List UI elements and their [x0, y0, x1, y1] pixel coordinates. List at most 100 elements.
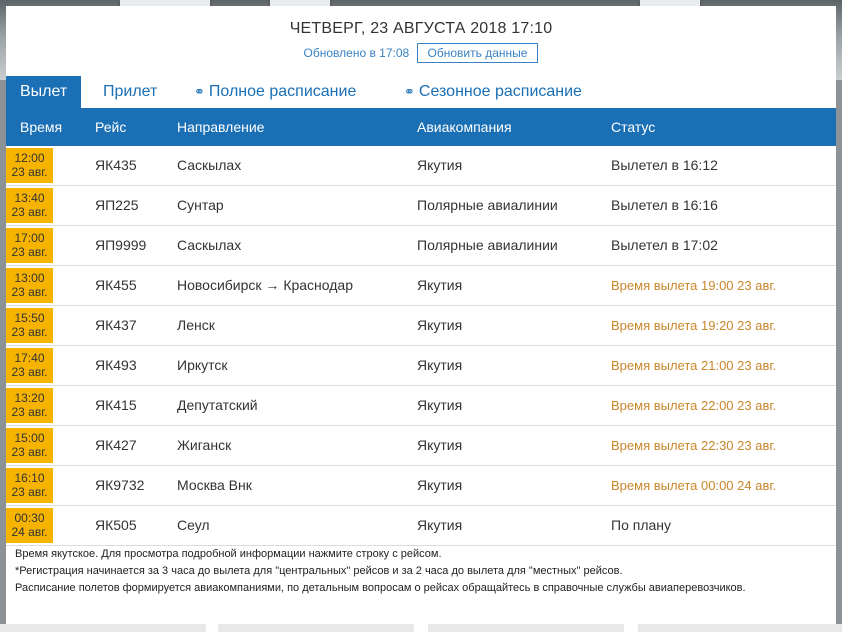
tab-departures[interactable]: Вылет	[6, 76, 82, 108]
time-badge: 17:00 23 авг.	[6, 228, 53, 263]
time-badge: 15:50 23 авг.	[6, 308, 53, 343]
scheduled-time: 17:00	[14, 231, 45, 245]
table-row[interactable]: 16:10 23 авг. ЯК9732 Москва Внк Якутия Вр…	[6, 466, 836, 506]
scheduled-time: 13:00	[14, 271, 45, 285]
tab-seasonal-schedule[interactable]: ⚭ Сезонное расписание	[404, 76, 582, 108]
airline: Якутия	[417, 397, 463, 413]
scheduled-date: 23 авг.	[11, 285, 48, 299]
bottom-card	[428, 624, 624, 632]
flight-number: ЯК493	[95, 357, 137, 373]
note-timezone: Время якутское. Для просмотра подробной …	[15, 548, 442, 560]
scheduled-date: 24 авг.	[11, 525, 48, 539]
table-row[interactable]: 17:00 23 авг. ЯП9999 Саскылах Полярные ав…	[6, 226, 836, 266]
table-row[interactable]: 00:30 24 авг. ЯК505 Сеул Якутия По плану	[6, 506, 836, 546]
current-date-time: ЧЕТВЕРГ, 23 АВГУСТА 2018 17:10	[289, 20, 553, 37]
scheduled-time: 13:40	[14, 191, 45, 205]
direction: Сеул	[177, 517, 210, 533]
direction: Ленск	[177, 317, 215, 333]
table-row[interactable]: 13:20 23 авг. ЯК415 Депутатский Якутия Вр…	[6, 386, 836, 426]
tab-full-schedule[interactable]: ⚭ Полное расписание	[194, 76, 356, 108]
airline: Якутия	[417, 517, 463, 533]
update-line: Обновлено в 17:08 Обновить данные	[0, 43, 842, 63]
scheduled-date: 23 авг.	[11, 365, 48, 379]
status: Время вылета 00:00 24 авг.	[611, 478, 777, 493]
scheduled-date: 23 авг.	[11, 165, 48, 179]
airline: Якутия	[417, 477, 463, 493]
footnotes: Время якутское. Для просмотра подробной …	[15, 548, 825, 599]
time-badge: 13:40 23 авг.	[6, 188, 53, 223]
scheduled-time: 16:10	[14, 471, 45, 485]
bottom-card	[0, 624, 206, 632]
column-header-flight: Рейс	[95, 119, 127, 135]
flight-number: ЯК427	[95, 437, 137, 453]
scheduled-date: 23 авг.	[11, 245, 48, 259]
status: Вылетел в 17:02	[611, 237, 718, 253]
flight-number: ЯК435	[95, 157, 137, 173]
status: Вылетел в 16:12	[611, 157, 718, 173]
scheduled-time: 17:40	[14, 351, 45, 365]
table-row[interactable]: 15:00 23 авг. ЯК427 Жиганск Якутия Время …	[6, 426, 836, 466]
direction: Сунтар	[177, 197, 224, 213]
airline: Якутия	[417, 317, 463, 333]
time-badge: 15:00 23 авг.	[6, 428, 53, 463]
refresh-button[interactable]: Обновить данные	[416, 43, 539, 63]
table-row[interactable]: 15:50 23 авг. ЯК437 Ленск Якутия Время вы…	[6, 306, 836, 346]
time-badge: 13:20 23 авг.	[6, 388, 53, 423]
tab-arrivals[interactable]: Прилет	[103, 76, 157, 108]
flight-number: ЯК455	[95, 277, 137, 293]
direction: Жиганск	[177, 437, 232, 453]
scheduled-time: 13:20	[14, 391, 45, 405]
scheduled-date: 23 авг.	[11, 205, 48, 219]
direction: Саскылах	[177, 237, 242, 253]
airline: Полярные авиалинии	[417, 237, 558, 253]
time-badge: 13:00 23 авг.	[6, 268, 53, 303]
table-row[interactable]: 13:00 23 авг. ЯК455 Новосибирск → Краснод…	[6, 266, 836, 306]
flight-number: ЯК9732	[95, 477, 145, 493]
tab-full-schedule-label: Полное расписание	[208, 83, 357, 100]
status: Время вылета 19:00 23 авг.	[611, 278, 777, 293]
flights-table: 12:00 23 авг. ЯК435 Саскылах Якутия Вылет…	[6, 146, 836, 546]
flight-number: ЯП225	[95, 197, 139, 213]
airline: Якутия	[417, 357, 463, 373]
flight-number: ЯК505	[95, 517, 137, 533]
status: Время вылета 19:20 23 авг.	[611, 318, 777, 333]
scheduled-time: 12:00	[14, 151, 45, 165]
scheduled-date: 23 авг.	[11, 405, 48, 419]
time-badge: 16:10 23 авг.	[6, 468, 53, 503]
bottom-card	[638, 624, 842, 632]
airline: Якутия	[417, 157, 463, 173]
table-row[interactable]: 17:40 23 авг. ЯК493 Иркутск Якутия Время …	[6, 346, 836, 386]
flight-number: ЯП9999	[95, 237, 147, 253]
table-row[interactable]: 12:00 23 авг. ЯК435 Саскылах Якутия Вылет…	[6, 146, 836, 186]
airline: Полярные авиалинии	[417, 197, 558, 213]
time-badge: 00:30 24 авг.	[6, 508, 53, 543]
direction: Иркутск	[177, 357, 228, 373]
time-badge: 12:00 23 авг.	[6, 148, 53, 183]
column-header-airline: Авиакомпания	[417, 119, 512, 135]
link-icon: ⚭	[194, 84, 205, 99]
airline: Якутия	[417, 437, 463, 453]
time-badge: 17:40 23 авг.	[6, 348, 53, 383]
status: Время вылета 22:30 23 авг.	[611, 438, 777, 453]
status: По плану	[611, 517, 672, 533]
status: Время вылета 22:00 23 авг.	[611, 398, 777, 413]
status: Вылетел в 16:16	[611, 197, 718, 213]
status: Время вылета 21:00 23 авг.	[611, 358, 777, 373]
tab-seasonal-schedule-label: Сезонное расписание	[418, 83, 582, 100]
scheduled-date: 23 авг.	[11, 325, 48, 339]
direction: Саскылах	[177, 157, 242, 173]
scheduled-date: 23 авг.	[11, 445, 48, 459]
scheduled-time: 15:00	[14, 431, 45, 445]
direction: Москва Внк	[177, 477, 252, 493]
updated-time-text: Обновлено в 17:08	[303, 46, 410, 60]
column-header-status: Статус	[611, 119, 656, 135]
table-row[interactable]: 13:40 23 авг. ЯП225 Сунтар Полярные авиал…	[6, 186, 836, 226]
direction: Депутатский	[177, 397, 258, 413]
scheduled-date: 23 авг.	[11, 485, 48, 499]
flight-number: ЯК415	[95, 397, 137, 413]
table-header: Время Рейс Направление Авиакомпания Стат…	[6, 108, 836, 146]
bottom-card	[218, 624, 414, 632]
airline: Якутия	[417, 277, 463, 293]
note-registration: *Регистрация начинается за 3 часа до выл…	[15, 565, 623, 577]
note-schedule-source: Расписание полетов формируется авиакомпа…	[15, 582, 746, 594]
